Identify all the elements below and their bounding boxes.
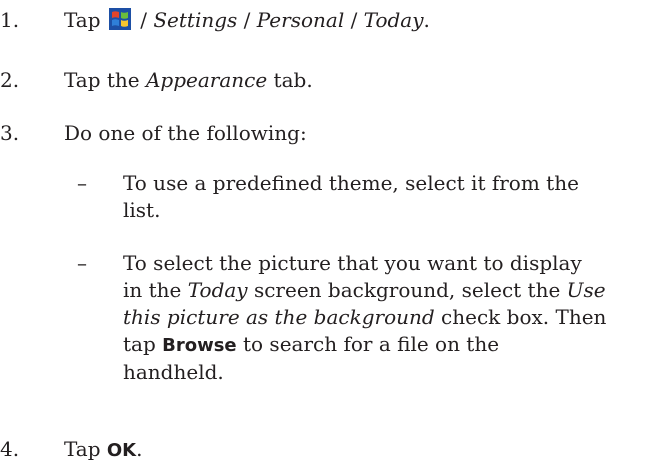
windows-start-icon (108, 8, 131, 30)
button-name-ok: OK (106, 440, 137, 461)
screen-name-today: Today (187, 278, 248, 302)
step-text: Tap OK. (64, 437, 143, 461)
document-page: 1. Tap / Settings / Personal / Today. 2.… (0, 0, 657, 465)
dash-bullet: – (77, 251, 87, 275)
menu-path-personal: Personal (256, 8, 345, 32)
sub-item-text: To select the picture that you want to d… (123, 251, 607, 384)
checkbox-label-start: Use (566, 278, 606, 302)
step-number: 2. (0, 68, 20, 92)
step-number: 3. (0, 121, 20, 145)
button-name-browse: Browse (162, 335, 237, 356)
tab-name-appearance: Appearance (145, 68, 268, 92)
step-text: Tap / Settings / Personal / Today. (64, 8, 430, 32)
dash-bullet: – (77, 171, 87, 195)
step-text: Do one of the following: (64, 121, 307, 145)
checkbox-label-rest: this picture as the background (123, 305, 435, 329)
menu-path-today: Today (363, 8, 424, 32)
step-text: Tap the Appearance tab. (64, 68, 313, 92)
sub-item-text: To use a predefined theme, select it fro… (123, 171, 579, 222)
step-number: 1. (0, 8, 20, 32)
step-number: 4. (0, 437, 20, 461)
menu-path-settings: Settings (153, 8, 238, 32)
